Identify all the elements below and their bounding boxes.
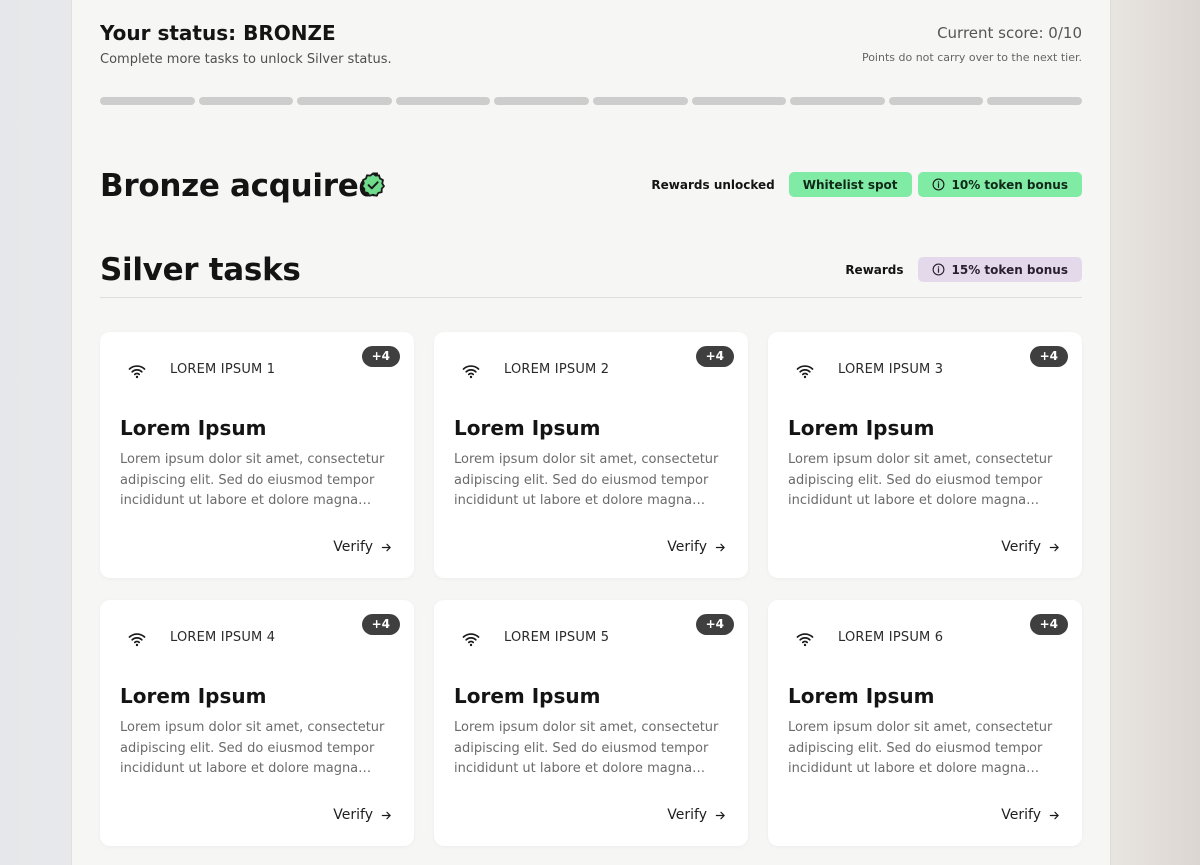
task-description: Lorem ipsum dolor sit amet, consectetur …	[454, 720, 719, 776]
token-bonus-label: 10% token bonus	[951, 177, 1068, 192]
task-label: LOREM IPSUM 2	[504, 362, 610, 377]
progress-segment	[790, 97, 885, 105]
verify-label: Verify	[1001, 539, 1041, 555]
points-badge: +4	[361, 614, 400, 635]
silver-token-bonus-pill: 15% token bonus	[917, 257, 1082, 282]
points-badge: +4	[695, 346, 734, 367]
progress-segment	[100, 97, 195, 105]
task-card: LOREM IPSUM 6 +4 Lorem Ipsum Lorem ipsum do…	[768, 600, 1082, 846]
points-badge: +4	[361, 346, 400, 367]
wifi-icon	[462, 365, 480, 379]
task-title: Lorem Ipsum	[788, 416, 935, 440]
silver-rewards: Rewards 15% token bonus	[845, 257, 1082, 282]
points-badge: +4	[1029, 346, 1068, 367]
task-label: LOREM IPSUM 5	[504, 630, 610, 645]
whitelist-spot-label: Whitelist spot	[802, 177, 898, 192]
wifi-icon	[128, 365, 146, 379]
progress-segment	[297, 97, 392, 105]
wifi-icon	[128, 633, 146, 647]
rewards-label: Rewards	[845, 262, 904, 277]
info-icon	[932, 263, 944, 276]
progress-segment	[494, 97, 589, 105]
arrow-right-icon	[1049, 543, 1059, 551]
silver-section-header: Silver tasks Rewards 15% token bonus	[100, 250, 1082, 298]
progress-segment	[395, 97, 491, 105]
verify-button[interactable]: Verify	[1001, 807, 1060, 823]
verify-button[interactable]: Verify	[333, 807, 392, 823]
verify-label: Verify	[667, 539, 707, 555]
task-title: Lorem Ipsum	[454, 684, 601, 708]
task-description: Lorem ipsum dolor sit amet, consectetur …	[120, 720, 385, 776]
arrow-right-icon	[381, 811, 391, 819]
verify-label: Verify	[667, 807, 707, 823]
verify-label: Verify	[333, 539, 373, 555]
bronze-rewards: Rewards unlocked Whitelist spot 10% toke…	[651, 172, 1082, 197]
verified-check-icon	[361, 172, 385, 197]
verify-button[interactable]: Verify	[1001, 539, 1060, 555]
status-block: Your status: BRONZE Complete more tasks …	[100, 20, 392, 67]
status-subtitle: Complete more tasks to unlock Silver sta…	[100, 52, 392, 67]
whitelist-spot-pill: Whitelist spot	[788, 172, 912, 197]
task-label: LOREM IPSUM 4	[170, 630, 276, 645]
task-card: LOREM IPSUM 1 +4 Lorem Ipsum Lorem ipsum do…	[100, 332, 414, 578]
progress-segment	[888, 97, 984, 105]
task-description: Lorem ipsum dolor sit amet, consectetur …	[120, 452, 385, 508]
task-description: Lorem ipsum dolor sit amet, consectetur …	[454, 452, 719, 508]
task-card: LOREM IPSUM 5 +4 Lorem Ipsum Lorem ipsum do…	[434, 600, 748, 846]
token-bonus-pill: 10% token bonus	[917, 172, 1082, 197]
verify-label: Verify	[333, 807, 373, 823]
silver-title: Silver tasks	[100, 252, 301, 288]
progress-segment	[198, 97, 294, 105]
task-title: Lorem Ipsum	[120, 684, 267, 708]
task-description: Lorem ipsum dolor sit amet, consectetur …	[788, 452, 1053, 508]
status-title: Your status: BRONZE	[100, 21, 336, 45]
score-note: Points do not carry over to the next tie…	[861, 51, 1082, 64]
current-score: Current score: 0/10	[937, 24, 1082, 42]
task-title: Lorem Ipsum	[454, 416, 601, 440]
score-block: Current score: 0/10 Points do not carry …	[862, 24, 1082, 64]
arrow-right-icon	[715, 543, 725, 551]
bronze-section: Bronze acquired Rewards unlocked Whiteli…	[100, 164, 1082, 208]
bronze-title: Bronze acquired	[100, 168, 381, 204]
progress-segment	[987, 97, 1082, 105]
points-badge: +4	[1029, 614, 1068, 635]
points-badge: +4	[695, 614, 734, 635]
task-description: Lorem ipsum dolor sit amet, consectetur …	[788, 720, 1053, 776]
wifi-icon	[796, 633, 814, 647]
wifi-icon	[462, 633, 480, 647]
verify-label: Verify	[1001, 807, 1041, 823]
task-label: LOREM IPSUM 3	[838, 362, 944, 377]
task-card: LOREM IPSUM 2 +4 Lorem Ipsum Lorem ipsum do…	[434, 332, 748, 578]
task-title: Lorem Ipsum	[120, 416, 267, 440]
silver-token-bonus-label: 15% token bonus	[951, 262, 1068, 277]
info-icon	[932, 178, 944, 191]
task-card: LOREM IPSUM 4 +4 Lorem Ipsum Lorem ipsum do…	[100, 600, 414, 846]
arrow-right-icon	[715, 811, 725, 819]
task-label: LOREM IPSUM 1	[170, 362, 276, 377]
wifi-icon	[796, 365, 814, 379]
rewards-unlocked-label: Rewards unlocked	[651, 177, 775, 192]
progress-segment	[592, 97, 688, 105]
verify-button[interactable]: Verify	[667, 539, 726, 555]
task-grid: LOREM IPSUM 1 +4 Lorem Ipsum Lorem ipsum do…	[100, 332, 1082, 846]
verify-button[interactable]: Verify	[667, 807, 726, 823]
task-label: LOREM IPSUM 6	[838, 630, 944, 645]
arrow-right-icon	[1049, 811, 1059, 819]
task-card: LOREM IPSUM 3 +4 Lorem Ipsum Lorem ipsum do…	[768, 332, 1082, 578]
task-title: Lorem Ipsum	[788, 684, 935, 708]
arrow-right-icon	[381, 543, 391, 551]
verify-button[interactable]: Verify	[333, 539, 392, 555]
progress-bar	[100, 97, 1082, 106]
progress-segment	[691, 97, 787, 105]
